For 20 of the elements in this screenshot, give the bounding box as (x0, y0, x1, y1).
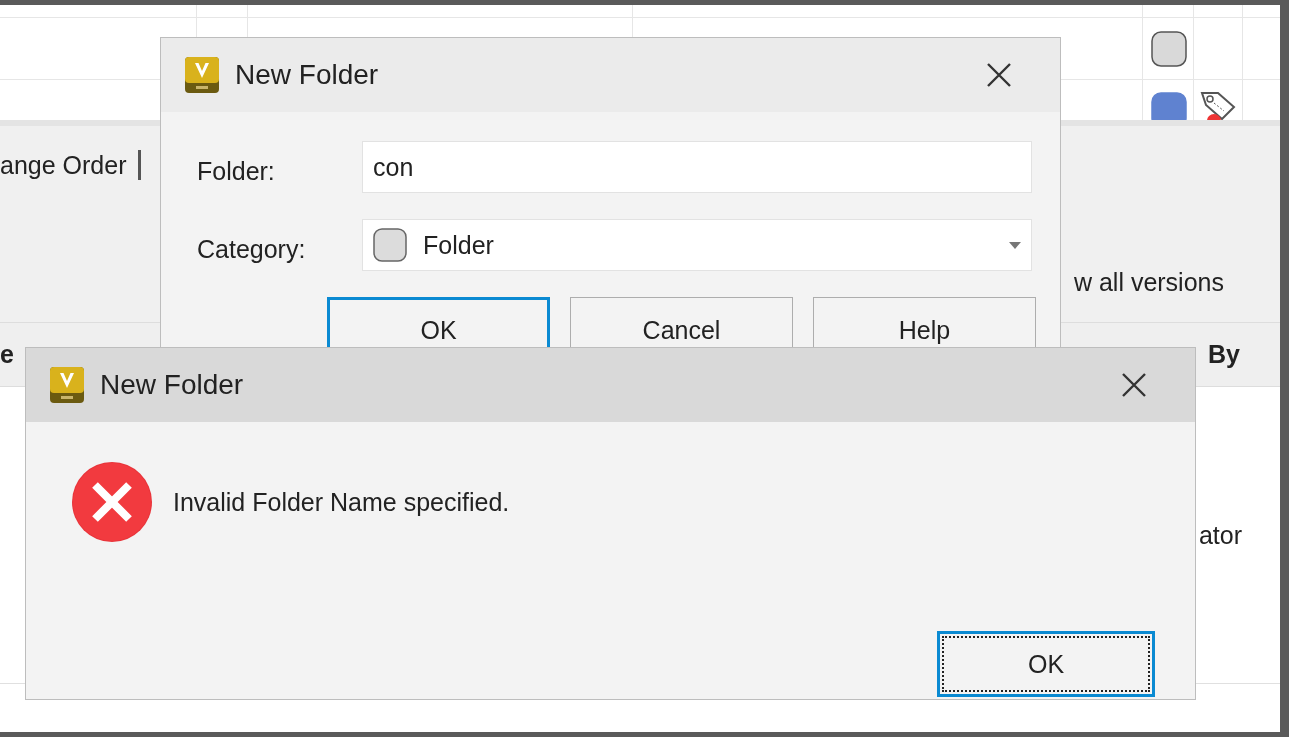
app-logo-icon (185, 57, 219, 93)
column-header[interactable]: By (1208, 340, 1240, 369)
error-message: Invalid Folder Name specified. (173, 487, 510, 517)
field-label: Folder: (197, 155, 276, 186)
folder-name-field[interactable]: con (362, 141, 1032, 193)
close-icon[interactable] (1121, 372, 1147, 398)
category-dropdown[interactable]: Folder (362, 219, 1032, 271)
column-header[interactable]: e (0, 340, 14, 369)
dialog-title: New Folder (235, 59, 379, 91)
close-icon[interactable] (986, 62, 1012, 88)
versions-label[interactable]: w all versions (1073, 268, 1224, 297)
dialog-title: New Folder (100, 369, 244, 401)
app-logo-icon (50, 367, 84, 403)
toolbar-label[interactable]: ange Order (0, 150, 127, 180)
field-label: Category: (197, 233, 307, 264)
table-cell: ator (1198, 520, 1242, 550)
category-swatch-icon (373, 228, 407, 262)
dropdown-caret-icon (1009, 241, 1021, 249)
error-icon (71, 461, 153, 543)
ok-button[interactable]: OK (937, 631, 1155, 697)
